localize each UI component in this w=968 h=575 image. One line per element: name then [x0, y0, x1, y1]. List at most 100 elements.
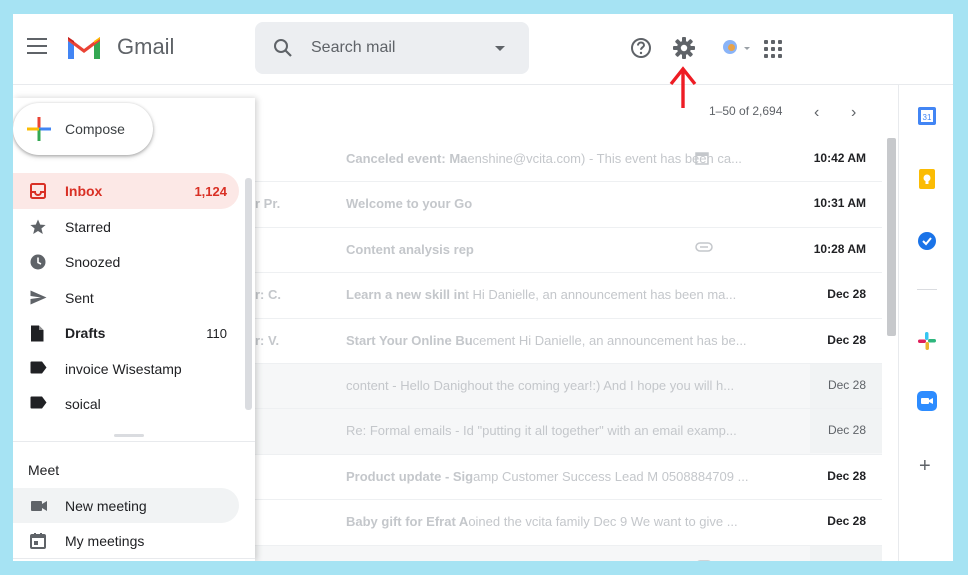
nav-item-label: Snoozed: [65, 254, 121, 270]
email-subject-line: Welcome to your Go: [346, 196, 776, 211]
side-panel: 31 +: [898, 85, 953, 561]
compose-button[interactable]: Compose: [13, 103, 153, 155]
email-time: Dec 28: [827, 332, 866, 347]
pagination-count: 1–50 of 2,694: [709, 104, 783, 118]
next-page-button[interactable]: ›: [851, 104, 856, 122]
search-bar[interactable]: Search mail: [255, 22, 529, 74]
nav-item-inbox[interactable]: Inbox 1,124: [13, 173, 239, 209]
nav-item-label: Starred: [65, 218, 111, 235]
new-meeting-label: New meeting: [65, 498, 147, 514]
email-subject: content: [346, 377, 389, 393]
chevron-down-icon[interactable]: [495, 46, 505, 51]
nav-item-label: Sent: [65, 289, 94, 306]
inbox-icon: [30, 183, 46, 199]
email-list-pane: 1–50 of 2,694 ‹ › Canceled event: Maensh…: [255, 85, 898, 561]
add-icon[interactable]: +: [919, 455, 931, 478]
email-sender: r: C.: [255, 287, 281, 303]
gear-icon[interactable]: [672, 36, 696, 60]
draft-icon: [30, 325, 46, 342]
email-subject-line: Product update - Sigamp Customer Success…: [346, 469, 776, 484]
email-time: Dec 28: [827, 287, 866, 302]
resize-handle[interactable]: [114, 434, 144, 437]
nav-item-drafts[interactable]: Drafts 110: [13, 315, 239, 351]
email-time: 10:31 AM: [813, 196, 866, 211]
email-row[interactable]: Content analysis rep Dec 28: [255, 545, 882, 561]
email-preview: cement Hi Danielle, an announcement has …: [472, 332, 747, 348]
navigation-drawer: Compose Inbox 1,124 Starred Snoozed Sent Draf…: [13, 98, 255, 561]
email-sender: r: V.: [255, 332, 280, 348]
email-subject: Start Your Online Bu: [346, 332, 473, 348]
account-caret-icon[interactable]: [744, 47, 750, 50]
nav-item-label: Inbox: [65, 183, 103, 199]
email-row[interactable]: r Pr. Welcome to your Go 10:31 AM: [255, 182, 882, 228]
star-icon: [30, 219, 46, 235]
drawer-scrollbar[interactable]: [245, 178, 252, 410]
zoom-app-icon[interactable]: [917, 391, 937, 411]
email-time: 10:28 AM: [813, 241, 866, 256]
menu-icon[interactable]: [27, 38, 47, 54]
help-icon[interactable]: [630, 37, 652, 59]
nav-item-soical[interactable]: soical: [13, 386, 239, 422]
compose-plus-icon: [27, 117, 51, 141]
prev-page-button[interactable]: ‹: [814, 104, 819, 122]
email-subject: Content analysis rep: [346, 560, 465, 561]
email-sender: r Pr.: [255, 196, 281, 212]
svg-text:31: 31: [923, 113, 932, 122]
email-subject-line: content - Hello Danighout the coming yea…: [346, 378, 776, 393]
nav-item-sent[interactable]: Sent: [13, 280, 239, 316]
email-row[interactable]: Content analysis rep 10:28 AM: [255, 227, 882, 274]
nav-item-starred[interactable]: Starred: [13, 209, 239, 245]
nav-item-label: Drafts: [65, 325, 106, 341]
email-time: Dec 28: [827, 423, 866, 438]
email-subject: Welcome to your Go: [346, 196, 473, 212]
email-subject: Canceled event: Ma: [346, 151, 468, 166]
nav-item-count: 110: [206, 326, 227, 341]
email-row[interactable]: Baby gift for Efrat Aoined the vcita fam…: [255, 500, 882, 546]
top-bar: Gmail Search mail: [13, 14, 953, 108]
new-meeting-item[interactable]: New meeting: [13, 488, 239, 523]
email-subject: Baby gift for Efrat A: [346, 514, 469, 530]
slack-app-icon[interactable]: [917, 331, 937, 351]
nav-item-snoozed[interactable]: Snoozed: [13, 244, 239, 280]
calendar-icon: [695, 152, 709, 165]
app-name: Gmail: [117, 34, 175, 59]
search-icon[interactable]: [273, 38, 293, 58]
my-meetings-item[interactable]: My meetings: [13, 523, 239, 558]
calendar-app-icon[interactable]: 31: [917, 106, 937, 126]
email-row[interactable]: r: V. Start Your Online Bucement Hi Danie…: [255, 318, 882, 364]
email-subject: Content analysis rep: [346, 241, 474, 257]
email-subject-line: Canceled event: Maenshine@vcita.com) - T…: [346, 151, 776, 166]
email-subject: Re: Formal emails: [346, 423, 452, 439]
list-scrollbar[interactable]: [887, 138, 896, 336]
email-preview: - Id "putting it all together" with an e…: [451, 423, 737, 439]
email-preview: amp Customer Success Lead M 0508884709 .…: [473, 468, 749, 484]
apps-grid-icon[interactable]: [764, 40, 782, 58]
email-row[interactable]: Canceled event: Maenshine@vcita.com) - T…: [255, 137, 882, 183]
attachment-icon: [695, 242, 713, 252]
attachment-icon: [696, 559, 712, 561]
drawer-bottom-divider: [13, 558, 255, 559]
tasks-app-icon[interactable]: [917, 231, 937, 251]
side-panel-divider: [917, 289, 937, 290]
email-time: Dec 28: [827, 468, 866, 483]
keep-app-icon[interactable]: [917, 169, 937, 189]
email-time: Dec 28: [828, 560, 866, 561]
email-row[interactable]: Product update - Sigamp Customer Success…: [255, 454, 882, 501]
nav-item-invoice-wisestamp[interactable]: invoice Wisestamp: [13, 351, 239, 387]
email-subject-line: Re: Formal emails - Id "putting it all t…: [346, 423, 776, 438]
email-subject-line: Start Your Online Bucement Hi Danielle, …: [346, 333, 776, 348]
email-row[interactable]: Re: Formal emails - Id "putting it all t…: [255, 409, 882, 455]
email-row[interactable]: r: C. Learn a new skill int Hi Danielle, …: [255, 273, 882, 319]
email-preview: t Hi Danielle, an announcement has been …: [465, 287, 737, 303]
nav-item-label: invoice Wisestamp: [65, 360, 182, 377]
avatar[interactable]: [723, 40, 737, 54]
drawer-divider: [13, 441, 255, 442]
search-input[interactable]: Search mail: [311, 39, 395, 57]
clock-icon: [30, 254, 46, 270]
nav-item-count: 1,124: [194, 184, 227, 199]
gmail-window: Gmail Search mail 1–50 of 2,694 ‹ › Canc…: [13, 14, 953, 561]
compose-label: Compose: [65, 121, 125, 137]
email-row[interactable]: content - Hello Danighout the coming yea…: [255, 363, 882, 410]
label-icon: [30, 361, 47, 377]
gmail-logo[interactable]: [66, 33, 102, 61]
